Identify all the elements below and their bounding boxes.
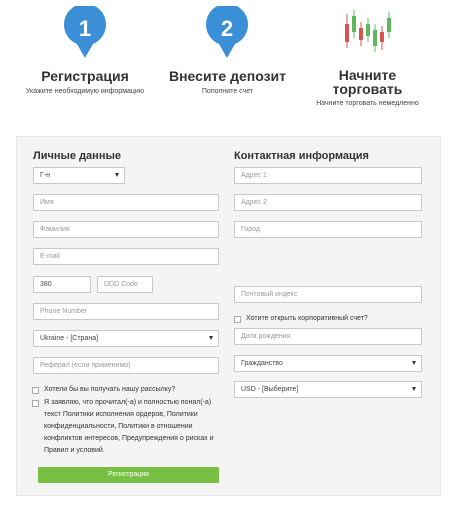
title-select-value: Г-н: [40, 172, 50, 179]
phone-number-field[interactable]: Phone Number: [33, 303, 219, 320]
step-2-number: 2: [221, 16, 233, 41]
personal-section-title: Личные данные: [33, 150, 121, 162]
agree-label-line: конфликтов интересов, Предупреждения о р…: [44, 435, 214, 442]
step-1-pin-icon: 1: [64, 6, 106, 58]
step-1-title: Регистрация: [41, 68, 129, 84]
citizenship-select-value: Гражданство: [241, 360, 283, 367]
chevron-down-icon: [412, 387, 416, 391]
last-name-field[interactable]: Фамилия: [33, 221, 219, 238]
step-3-title-line2: торговать: [332, 81, 403, 97]
register-button[interactable]: Регистрация: [38, 467, 219, 483]
step-3-title: Начните торговать: [310, 68, 425, 96]
country-select-value: Ukraine - [Страна]: [40, 335, 99, 342]
city-field[interactable]: Город: [234, 221, 422, 238]
ddd-code-field[interactable]: DDD Code: [97, 276, 153, 293]
country-select[interactable]: Ukraine - [Страна]: [33, 330, 219, 347]
corporate-account-checkbox[interactable]: [234, 316, 241, 323]
corporate-account-label: Хотите открыть корпоративный счет?: [246, 315, 368, 322]
address-1-field[interactable]: Адрес 1: [234, 167, 422, 184]
newsletter-checkbox[interactable]: [32, 387, 39, 394]
newsletter-label: Хотели бы вы получать нашу рассылку?: [44, 386, 176, 393]
agree-label: Я заявляю, что прочитал(-а) и полностью …: [44, 397, 224, 457]
chevron-down-icon: [412, 361, 416, 365]
address-2-field[interactable]: Адрес 2: [234, 194, 422, 211]
currency-select[interactable]: USD - [Выберите]: [234, 381, 422, 398]
agree-label-line: Правил и условий.: [44, 447, 105, 454]
step-1-subtitle: Укажите необходимую информацию: [25, 88, 145, 95]
postcode-field[interactable]: Почтовый индекс: [234, 286, 422, 303]
chevron-down-icon: [115, 173, 119, 177]
contact-section-title: Контактная информация: [234, 150, 369, 162]
referral-field[interactable]: Реферал (если применимо): [33, 357, 219, 374]
agree-label-line: текст Политики исполнения ордеров, Полит…: [44, 411, 198, 418]
step-2-title: Внесите депозит: [168, 68, 286, 84]
email-field[interactable]: E-mail: [33, 248, 219, 265]
agree-checkbox[interactable]: [32, 400, 39, 407]
birthdate-field[interactable]: Дата рождения: [234, 328, 422, 345]
step-1-number: 1: [79, 16, 91, 41]
title-select[interactable]: Г-н: [33, 167, 125, 184]
first-name-field[interactable]: Имя: [33, 194, 219, 211]
citizenship-select[interactable]: Гражданство: [234, 355, 422, 372]
agree-label-line: конфиденциальности, Политики в отношении: [44, 423, 193, 430]
currency-select-value: USD - [Выберите]: [241, 386, 299, 393]
step-2-subtitle: Пополните счет: [201, 88, 254, 95]
step-2-pin-icon: 2: [206, 6, 248, 58]
agree-label-line: Я заявляю, что прочитал(-а) и полностью …: [44, 399, 212, 406]
country-code-field[interactable]: 380: [33, 276, 91, 293]
step-3-subtitle: Начните торговать немедленно: [316, 100, 419, 107]
candlestick-chart-icon: [345, 10, 391, 52]
chevron-down-icon: [209, 336, 213, 340]
